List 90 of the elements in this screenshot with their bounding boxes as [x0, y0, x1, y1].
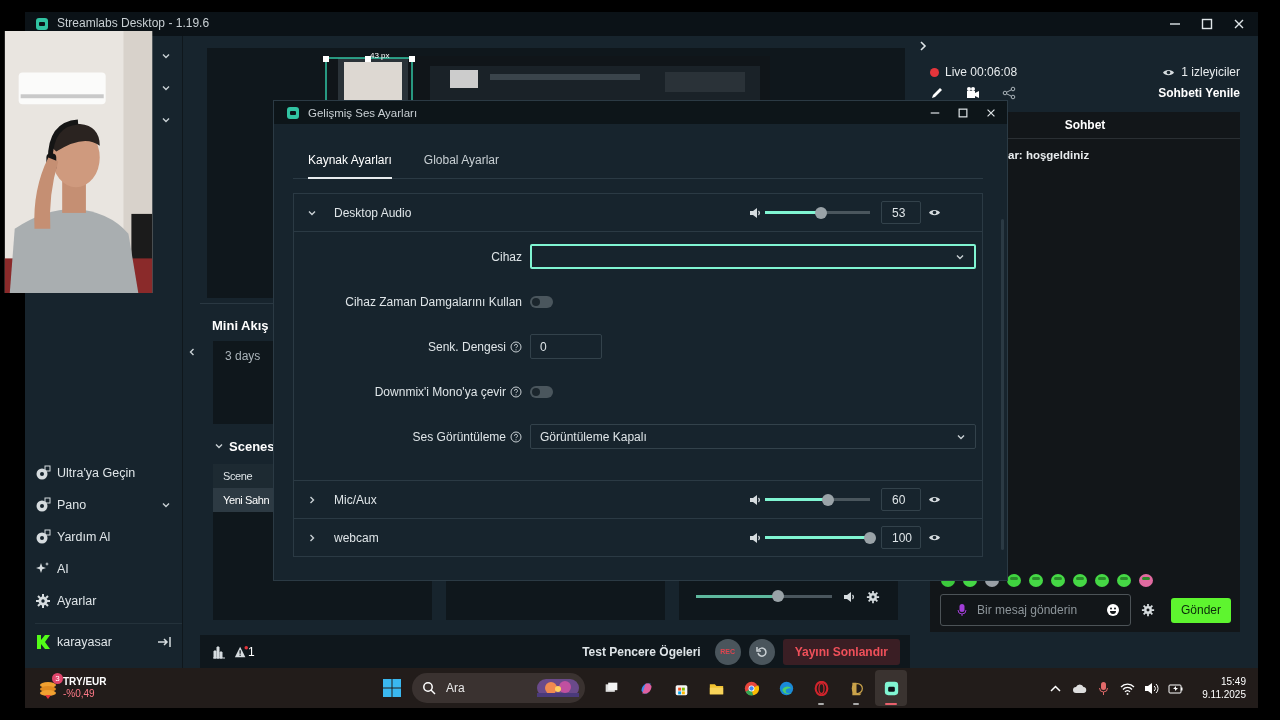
maximize-icon[interactable] — [1200, 17, 1214, 31]
field-label: Ses Görüntüleme — [412, 429, 506, 444]
badge-icon — [35, 465, 51, 481]
badge-icon — [35, 497, 51, 513]
section-title: Scenes — [229, 438, 275, 454]
message-field[interactable]: Bir mesaj gönderin — [975, 602, 1100, 618]
message-bar[interactable]: Bir mesaj gönderin — [940, 594, 1131, 626]
clock[interactable]: 15:49 9.11.2025 — [1202, 675, 1246, 701]
emote-icon[interactable] — [1050, 572, 1066, 588]
source-name: Mic/Aux — [334, 492, 378, 507]
browser-icon — [778, 680, 794, 696]
logout-icon — [156, 634, 172, 650]
slider-thumb[interactable] — [822, 493, 834, 506]
toggle-switch[interactable] — [530, 295, 553, 308]
warning-count: 1 — [248, 644, 255, 659]
user-item[interactable]: karayasar — [35, 623, 182, 660]
dropdown[interactable]: Görüntüleme Kapalı — [530, 424, 976, 449]
nav-item[interactable]: AI — [35, 553, 182, 585]
emote-icon[interactable] — [1072, 572, 1088, 588]
number-field[interactable]: 0 — [530, 334, 602, 359]
nav-item[interactable]: Ultra'ya Geçin — [35, 457, 182, 489]
speaker-icon[interactable] — [748, 205, 762, 220]
slider-thumb[interactable] — [771, 590, 784, 602]
toggle-switch[interactable] — [530, 385, 553, 398]
speaker-icon[interactable] — [748, 530, 762, 545]
start-icon[interactable] — [382, 678, 402, 698]
speaker-icon[interactable] — [748, 492, 762, 507]
maximize-icon[interactable] — [957, 106, 969, 119]
source-name: Desktop Audio — [334, 205, 413, 220]
window-title: Streamlabs Desktop - 1.19.6 — [57, 15, 211, 30]
dialog-title: Gelişmiş Ses Ayarları — [308, 106, 419, 119]
live-dot-icon — [930, 67, 939, 77]
k-logo-icon — [35, 634, 51, 650]
nav-item[interactable]: Ayarlar — [35, 585, 182, 617]
search-field[interactable]: Ara — [444, 680, 529, 696]
app-logo-icon — [35, 17, 49, 31]
browser-icon — [743, 680, 759, 696]
field-label: Cihaz — [491, 249, 522, 264]
emote-icon[interactable] — [1028, 572, 1044, 588]
badge-icon — [35, 529, 51, 545]
microphone-icon — [955, 603, 969, 617]
replay-button[interactable] — [748, 638, 775, 665]
viewer-count: 1 izleyiciler — [1181, 65, 1240, 79]
camera-icon[interactable] — [966, 86, 980, 100]
smiley-icon[interactable] — [1106, 603, 1120, 617]
dropdown[interactable] — [530, 244, 976, 269]
speaker-icon[interactable] — [842, 590, 856, 604]
emote-icon[interactable] — [1094, 572, 1110, 588]
currency-pair: TRY/EUR — [63, 676, 107, 688]
expand-icon[interactable] — [918, 40, 928, 52]
help-icon[interactable] — [510, 430, 522, 443]
settings-icon[interactable] — [1141, 603, 1155, 617]
search-icon — [422, 681, 436, 695]
emote-icon[interactable] — [1006, 572, 1022, 588]
app-logo-icon — [883, 680, 899, 696]
slider-thumb[interactable] — [814, 206, 827, 219]
share-icon[interactable] — [1002, 86, 1016, 100]
replay-icon — [754, 644, 769, 659]
live-status: Live 00:06:08 — [945, 65, 1019, 79]
app-logo-icon — [286, 105, 300, 120]
speaker-icon[interactable] — [1144, 680, 1160, 696]
volume-field[interactable]: 60 — [881, 488, 921, 511]
volume-field[interactable]: 53 — [881, 201, 921, 224]
help-icon[interactable] — [510, 385, 522, 398]
refresh-chat-button[interactable]: Sohbeti Yenile — [1158, 86, 1240, 100]
send-button[interactable]: Gönder — [1171, 597, 1232, 623]
currency-change: -%0,49 — [63, 688, 96, 700]
ring-icon — [813, 680, 829, 696]
taskbar-app[interactable] — [875, 670, 907, 706]
test-label: Test Pencere Ögeleri — [582, 644, 701, 659]
close-icon[interactable] — [1232, 17, 1246, 31]
nav-item[interactable]: Yardım Al — [35, 521, 182, 553]
tab[interactable]: Global Ayarlar — [423, 151, 499, 179]
search-bar[interactable]: Ara — [412, 673, 585, 703]
volume-field[interactable]: 100 — [881, 526, 921, 549]
slider-thumb[interactable] — [864, 531, 876, 544]
warning-icon[interactable] — [234, 644, 248, 659]
emote-icon[interactable] — [1138, 572, 1154, 588]
end-stream-button[interactable]: Yayını Sonlandır — [782, 638, 900, 665]
notification-badge: 3 — [52, 673, 63, 684]
source-name: webcam — [334, 530, 380, 545]
tab[interactable]: Kaynak Ayarları — [308, 151, 392, 179]
emote-icon[interactable] — [1116, 572, 1132, 588]
settings-icon — [35, 593, 51, 609]
bar-chart-icon[interactable] — [212, 644, 226, 659]
size-label: 43 px — [370, 51, 390, 60]
nav-item[interactable]: Pano — [35, 489, 182, 521]
chat-message: ar: hoşgeldiniz — [1008, 149, 1091, 161]
settings-icon[interactable] — [866, 590, 880, 604]
help-icon[interactable] — [510, 340, 522, 353]
